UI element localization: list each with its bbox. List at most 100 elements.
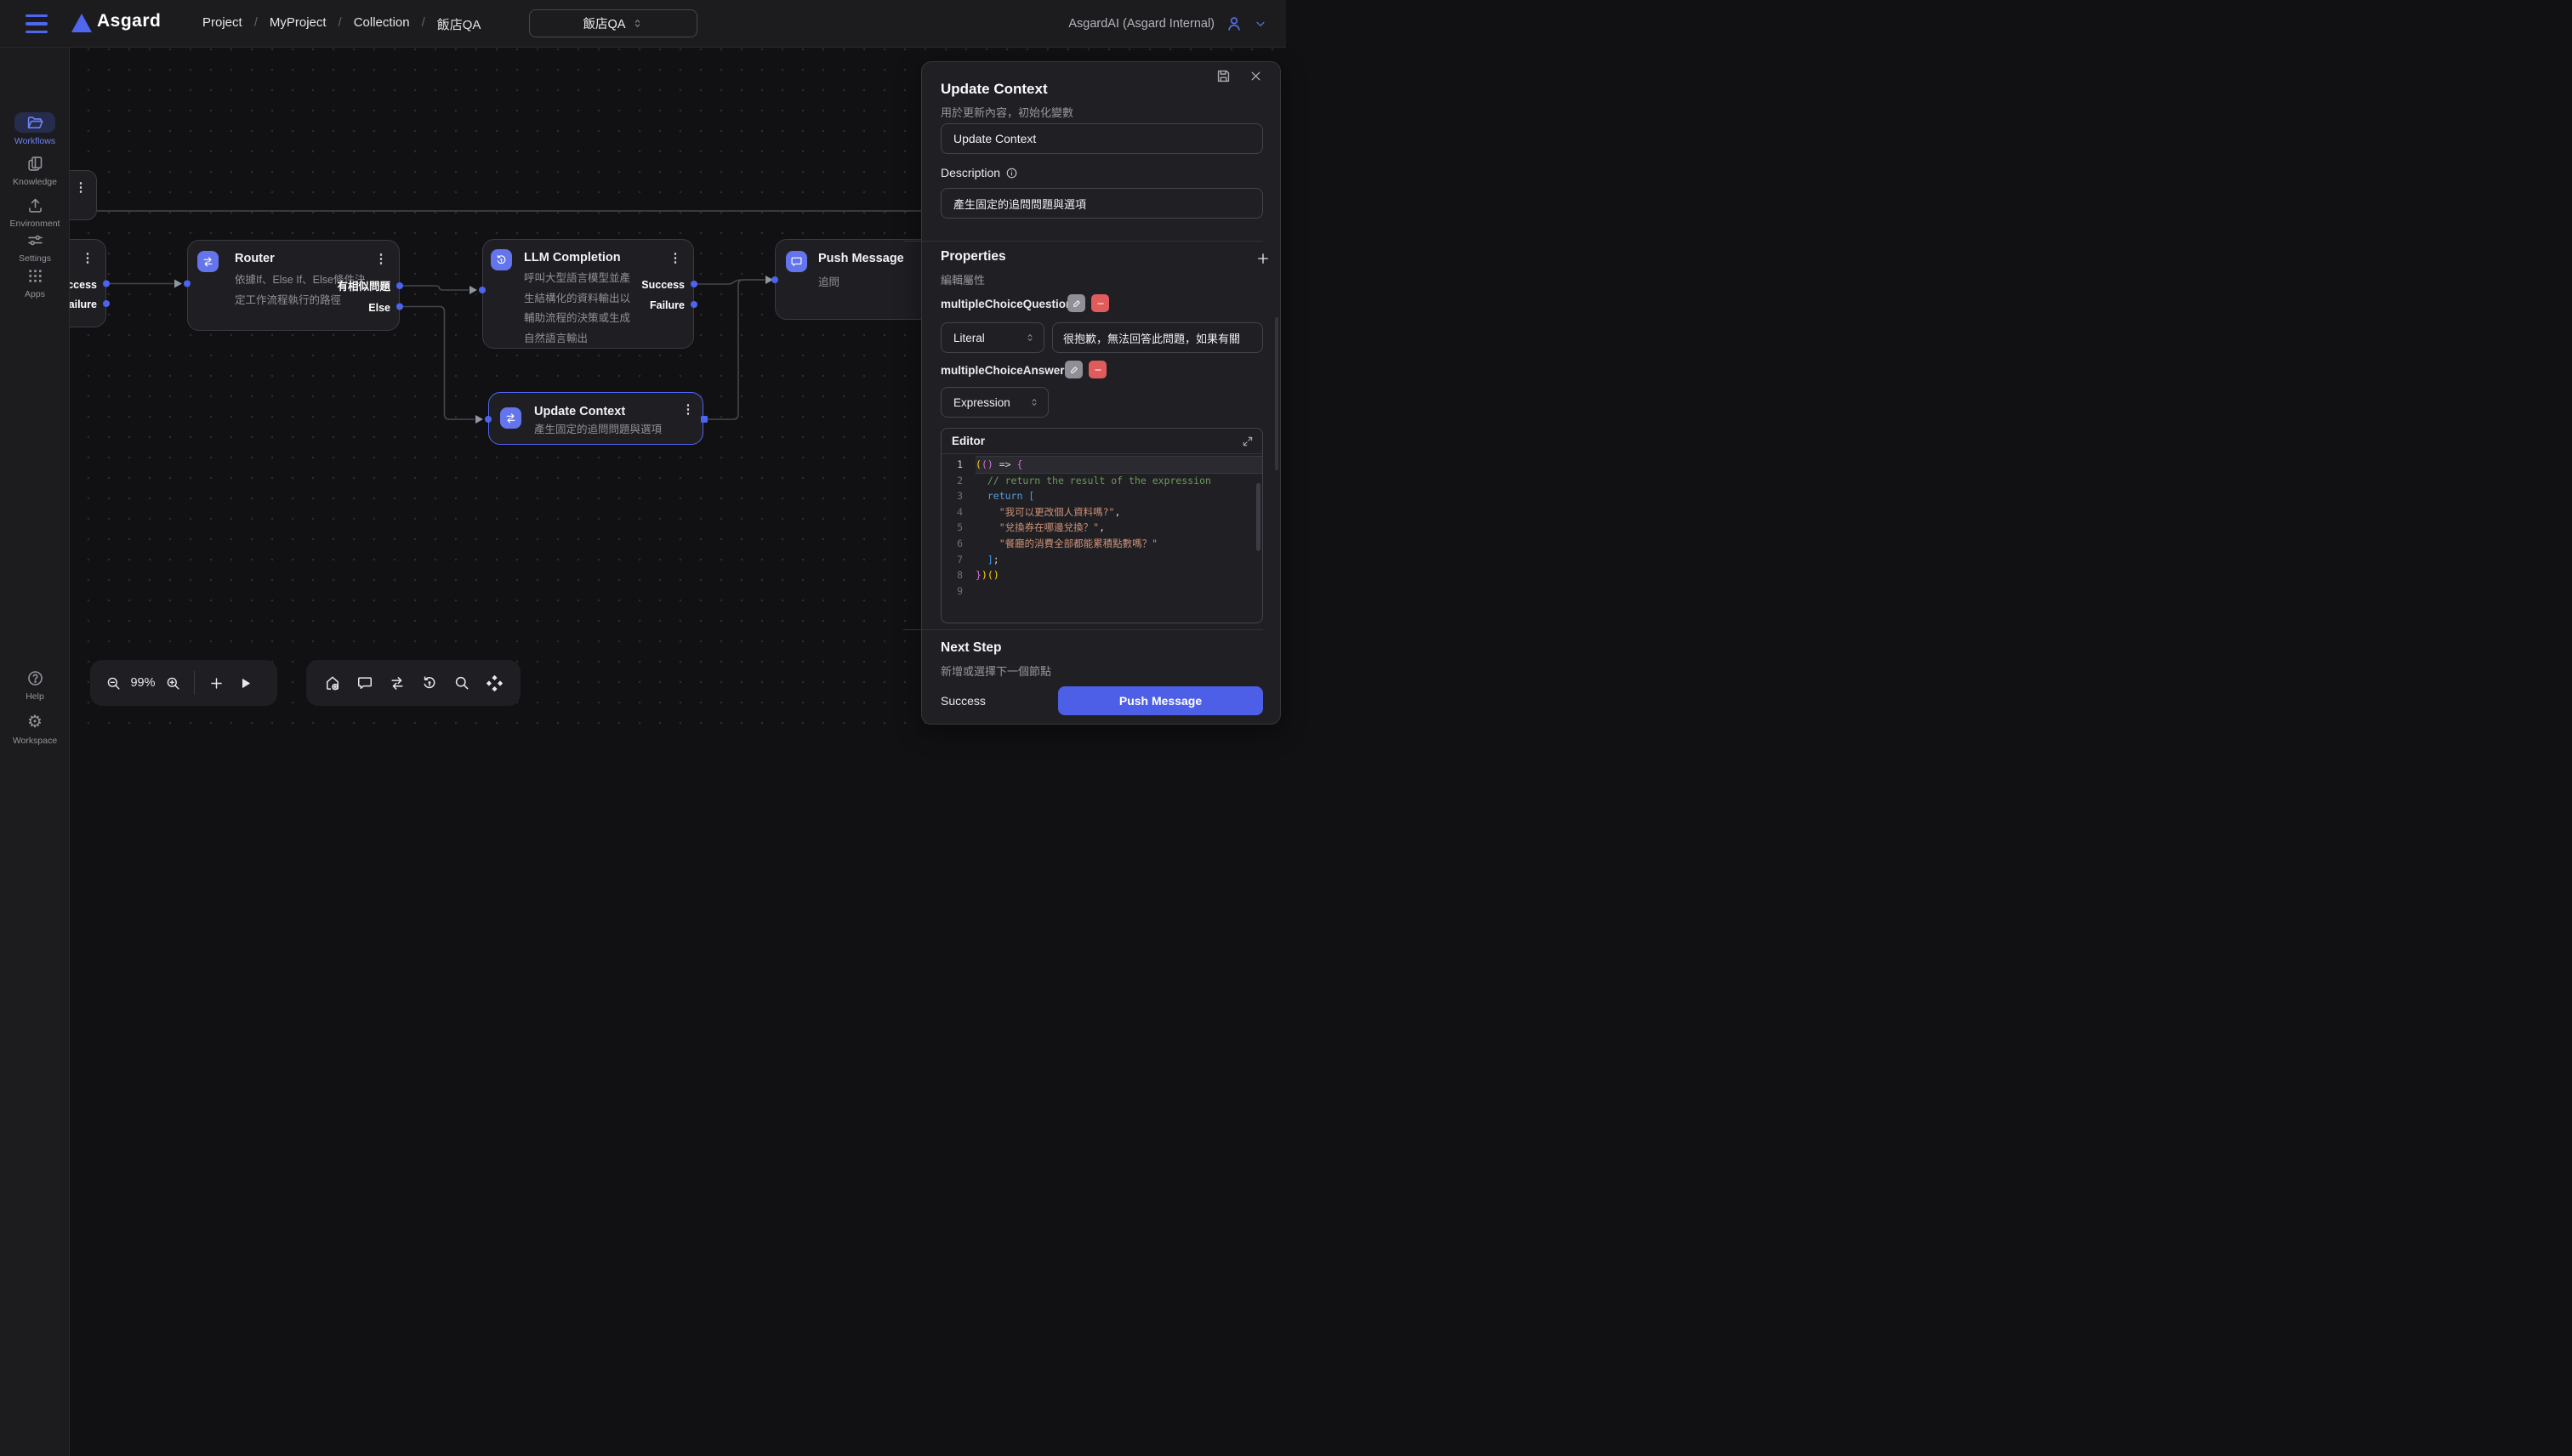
asgard-logo-icon [71, 14, 92, 32]
sliders-icon [0, 230, 70, 250]
sidebar-item-workflows[interactable]: Workflows [0, 112, 70, 146]
account-name: AsgardAI (Asgard Internal) [1068, 17, 1215, 31]
code-gutter: 123456789 [942, 457, 970, 623]
output-label: 有相似問題 [337, 281, 390, 293]
top-bar: Asgard Project/ MyProject/ Collection/ 飯… [0, 0, 1286, 48]
add-start-node-button[interactable] [318, 668, 347, 697]
chevron-updown-icon [1025, 333, 1035, 343]
workflow-selector-dropdown[interactable]: 飯店QA [529, 9, 697, 37]
output-label: ccess [70, 279, 97, 291]
chevron-updown-icon [1029, 397, 1039, 407]
edge-update-to-push [704, 280, 765, 419]
next-step-heading: Next Step [941, 640, 1002, 656]
node-offscreen-top[interactable] [70, 170, 97, 220]
remove-property-button[interactable] [1089, 361, 1107, 378]
output-label: ailure [70, 299, 97, 310]
property-value-input[interactable]: 很抱歉，無法回答此問題，如果有關 [1052, 322, 1263, 353]
next-step-node-button[interactable]: Push Message [1058, 686, 1263, 715]
brand-name: Asgard [97, 11, 161, 31]
node-toolbar [306, 660, 521, 706]
zoom-in-button[interactable] [158, 668, 187, 697]
node-name-input[interactable]: Update Context [941, 123, 1263, 154]
node-update-context[interactable]: Update Context 產生固定的追問問題與選項 [488, 392, 703, 445]
sidebar-item-settings[interactable]: Settings [0, 230, 70, 264]
panel-subtitle: 用於更新內容，初始化變數 [941, 104, 1261, 120]
breadcrumb-myproject[interactable]: MyProject [270, 15, 327, 33]
output-label: Failure [650, 299, 685, 311]
close-icon[interactable] [1249, 69, 1263, 83]
breadcrumb-collection[interactable]: Collection [354, 15, 410, 33]
add-router-node-button[interactable] [383, 668, 412, 697]
save-icon[interactable] [1215, 68, 1232, 84]
node-llm-completion[interactable]: LLM Completion 呼叫大型語言模型並產生結構化的資料輸出以輔助流程的… [482, 239, 694, 349]
add-property-button[interactable] [1255, 251, 1271, 266]
update-context-icon [500, 407, 521, 429]
description-label: Description [941, 166, 1018, 179]
edit-property-button[interactable] [1067, 294, 1085, 312]
node-description-input[interactable]: 產生固定的追問問題與選項 [941, 188, 1263, 219]
next-step-subheading: 新增或選擇下一個節點 [941, 663, 1051, 679]
property-type-select[interactable]: Literal [941, 322, 1044, 353]
editor-scrollbar[interactable] [1256, 483, 1260, 551]
sidebar: Workflows Knowledge Environment Settings… [0, 48, 70, 1456]
upload-icon [0, 195, 70, 215]
apps-grid-icon [0, 265, 70, 286]
router-icon [197, 251, 219, 272]
code-lines[interactable]: (() => { // return the result of the exp… [970, 457, 1262, 623]
zoom-out-button[interactable] [99, 668, 128, 697]
property-type-select[interactable]: Expression [941, 387, 1049, 418]
chat-bubble-icon [786, 251, 807, 272]
add-message-node-button[interactable] [350, 668, 379, 697]
output-label: Success [641, 279, 685, 291]
help-circle-icon [0, 668, 70, 688]
search-icon[interactable] [447, 668, 476, 697]
move-tool-icon[interactable] [480, 668, 509, 697]
menu-icon[interactable] [26, 14, 49, 33]
add-button[interactable] [202, 668, 230, 697]
sidebar-item-help[interactable]: Help [0, 668, 70, 702]
properties-heading: Properties [941, 249, 1006, 264]
remove-property-button[interactable] [1091, 294, 1109, 312]
edge-llm-to-push [694, 280, 765, 284]
node-menu-button[interactable] [374, 252, 388, 267]
expression-editor[interactable]: Editor 123456789 (() => { // return the … [941, 428, 1263, 623]
edge-else-to-update [400, 307, 475, 420]
chevron-down-icon[interactable] [1254, 17, 1267, 31]
node-menu-button[interactable] [669, 251, 682, 266]
user-icon[interactable] [1225, 14, 1243, 33]
panel-scrollbar[interactable] [1275, 317, 1278, 470]
node-menu-button[interactable] [81, 251, 94, 266]
node-inspector-panel: Update Context 用於更新內容，初始化變數 Update Conte… [921, 61, 1281, 725]
editor-title: Editor [952, 435, 985, 447]
properties-subheading: 編輯屬性 [941, 271, 985, 287]
zoom-toolbar: 99% [90, 660, 277, 706]
node-offscreen-left[interactable]: ccess ailure [70, 239, 106, 327]
book-icon [0, 153, 70, 173]
sidebar-item-environment[interactable]: Environment [0, 195, 70, 229]
breadcrumb-workflow[interactable]: 飯店QA [437, 15, 481, 33]
node-router[interactable]: Router 依據If、Else If、Else條件決定工作流程執行的路徑 有相… [187, 240, 400, 331]
zoom-level: 99% [128, 676, 158, 690]
edge-router-to-llm [400, 286, 469, 290]
chevron-updown-icon [632, 18, 643, 29]
node-menu-button[interactable] [74, 180, 88, 196]
panel-title: Update Context [941, 81, 1261, 98]
property-name: multipleChoiceQuestion [941, 298, 1073, 310]
folder-icon [26, 112, 44, 133]
run-workflow-button[interactable] [230, 668, 259, 697]
sidebar-item-apps[interactable]: Apps [0, 265, 70, 299]
edit-property-button[interactable] [1065, 361, 1083, 378]
expand-icon[interactable] [1242, 435, 1254, 447]
breadcrumb: Project/ MyProject/ Collection/ 飯店QA [202, 15, 481, 33]
node-menu-button[interactable] [681, 402, 695, 418]
breadcrumb-project[interactable]: Project [202, 15, 242, 33]
add-llm-node-button[interactable] [415, 668, 444, 697]
property-name: multipleChoiceAnswers [941, 364, 1071, 377]
sidebar-item-workspace[interactable]: ⚙ Workspace [0, 712, 70, 746]
output-label: Else [368, 302, 390, 314]
gear-icon: ⚙ [0, 712, 70, 732]
next-step-handle-label: Success [941, 694, 986, 708]
sidebar-item-knowledge[interactable]: Knowledge [0, 153, 70, 187]
llm-icon [491, 249, 512, 270]
workflow-selector-value: 飯店QA [583, 14, 626, 32]
